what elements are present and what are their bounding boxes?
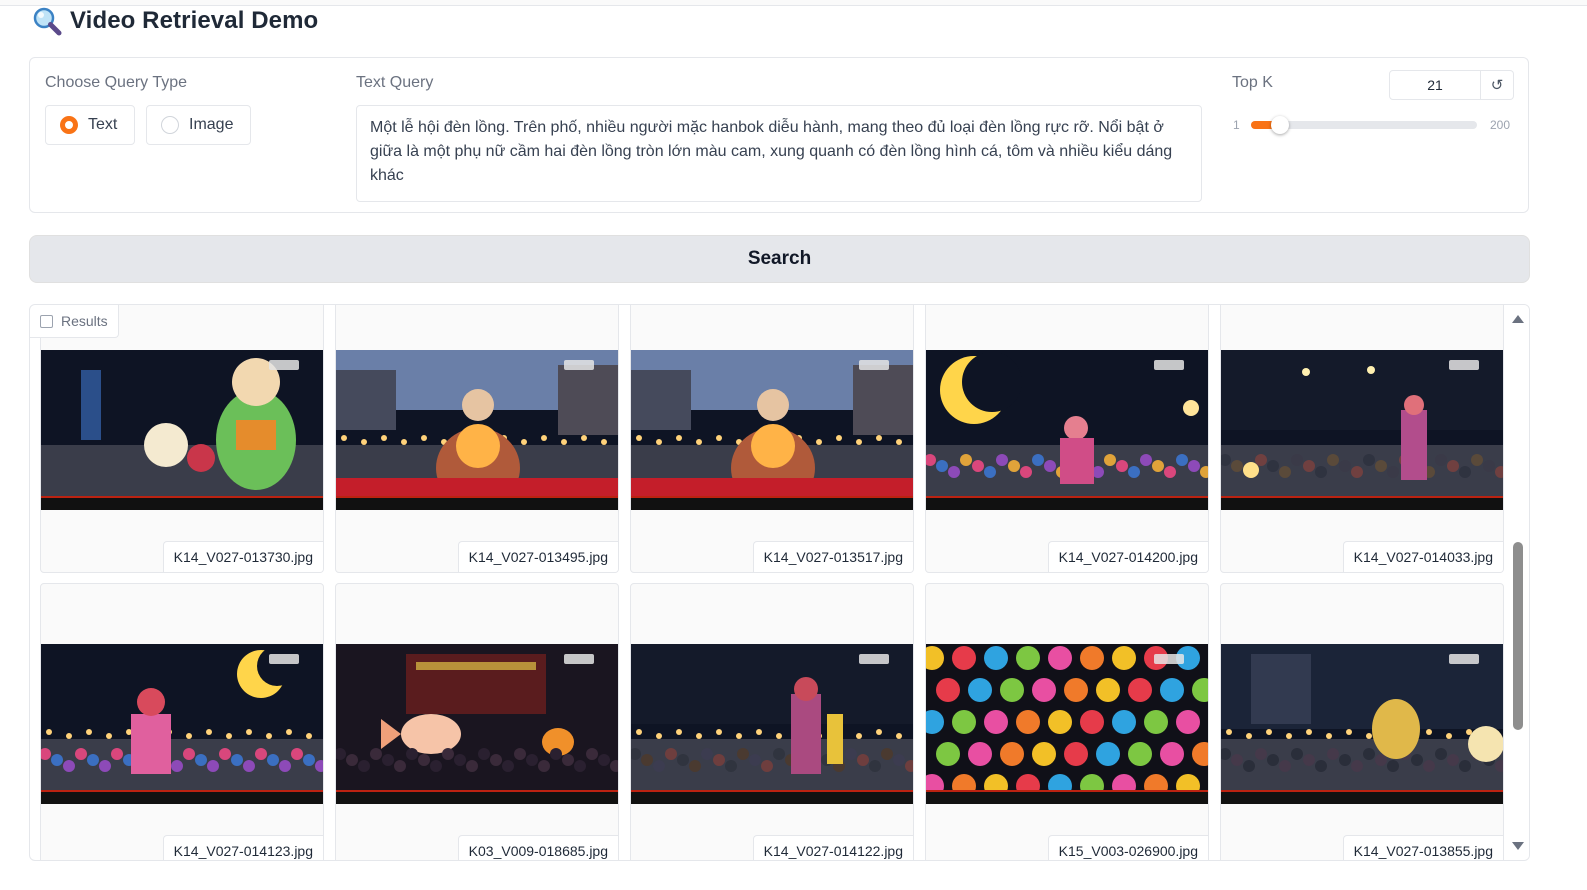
topk-slider[interactable]	[1251, 116, 1477, 134]
radio-text-label: Text	[88, 116, 118, 133]
text-query-label: Text Query	[356, 74, 434, 91]
result-item[interactable]: K14_V027-013855.jpg	[1220, 583, 1504, 860]
result-thumbnail[interactable]	[336, 644, 618, 804]
thumbnail-scene	[41, 644, 323, 804]
thumbnail-scene	[41, 350, 323, 510]
reset-button[interactable]: ↺	[1481, 70, 1514, 100]
slider-max: 200	[1490, 118, 1511, 132]
results-label: Results	[30, 305, 119, 338]
result-filename: K14_V027-014123.jpg	[162, 835, 323, 860]
topk-label: Top K	[1232, 74, 1273, 91]
result-thumbnail[interactable]	[41, 644, 323, 804]
scroll-up-icon[interactable]	[1512, 315, 1524, 323]
result-item[interactable]: K14_V027-013730.jpg	[40, 305, 324, 573]
slider-min: 1	[1233, 118, 1240, 132]
reset-icon: ↺	[1490, 77, 1504, 94]
thumbnail-scene	[336, 644, 618, 804]
thumbnail-scene	[926, 350, 1208, 510]
result-filename: K03_V009-018685.jpg	[457, 835, 618, 860]
result-filename: K15_V003-026900.jpg	[1047, 835, 1208, 860]
slider-handle[interactable]	[1270, 116, 1289, 134]
radio-indicator-checked	[60, 116, 78, 134]
result-item[interactable]: K14_V027-014033.jpg	[1220, 305, 1504, 573]
result-filename: K14_V027-014122.jpg	[752, 835, 913, 860]
scrollbar[interactable]	[1507, 305, 1529, 860]
magnifier-icon	[33, 7, 62, 36]
results-gallery: Results K14_V027-013730.jpg K14_V027-0134…	[29, 304, 1530, 861]
results-grid: K14_V027-013730.jpg K14_V027-013495.jpg K1…	[40, 305, 1504, 860]
result-thumbnail[interactable]	[336, 350, 618, 510]
result-thumbnail[interactable]	[1221, 350, 1503, 510]
text-query-input[interactable]: Một lễ hội đèn lồng. Trên phố, nhiều ngư…	[356, 105, 1202, 202]
page-header: Video Retrieval Demo	[32, 6, 318, 36]
thumbnail-scene	[631, 350, 913, 510]
thumbnail-scene	[1221, 350, 1503, 510]
result-thumbnail[interactable]	[41, 350, 323, 510]
result-thumbnail[interactable]	[631, 350, 913, 510]
page-title: Video Retrieval Demo	[70, 7, 319, 34]
result-item[interactable]: K14_V027-013517.jpg	[630, 305, 914, 573]
scroll-thumb[interactable]	[1513, 542, 1523, 730]
query-panel: Choose Query Type Text Image Text Query …	[29, 57, 1529, 213]
radio-image-label: Image	[189, 116, 234, 133]
result-item[interactable]: K14_V027-014122.jpg	[630, 583, 914, 860]
result-item[interactable]: K14_V027-014123.jpg	[40, 583, 324, 860]
result-thumbnail[interactable]	[926, 350, 1208, 510]
result-filename: K14_V027-014033.jpg	[1342, 541, 1503, 572]
topk-number-input[interactable]: 21	[1389, 70, 1481, 100]
thumbnail-scene	[926, 644, 1208, 804]
result-filename: K14_V027-014200.jpg	[1047, 541, 1208, 572]
result-item[interactable]: K15_V003-026900.jpg	[925, 583, 1209, 860]
result-thumbnail[interactable]	[926, 644, 1208, 804]
result-filename: K14_V027-013517.jpg	[752, 541, 913, 572]
thumbnail-scene	[631, 644, 913, 804]
result-filename: K14_V027-013855.jpg	[1342, 835, 1503, 860]
result-thumbnail[interactable]	[1221, 644, 1503, 804]
image-icon	[40, 314, 53, 328]
result-filename: K14_V027-013495.jpg	[457, 541, 618, 572]
query-type-label: Choose Query Type	[45, 74, 188, 91]
radio-indicator-unchecked	[161, 116, 179, 134]
result-thumbnail[interactable]	[631, 644, 913, 804]
thumbnail-scene	[336, 350, 618, 510]
result-item[interactable]: K03_V009-018685.jpg	[335, 583, 619, 860]
result-item[interactable]: K14_V027-013495.jpg	[335, 305, 619, 573]
result-item[interactable]: K14_V027-014200.jpg	[925, 305, 1209, 573]
radio-text[interactable]: Text	[45, 105, 135, 145]
radio-image[interactable]: Image	[146, 105, 251, 145]
results-label-text: Results	[61, 313, 108, 329]
scroll-down-icon[interactable]	[1512, 842, 1524, 850]
result-filename: K14_V027-013730.jpg	[162, 541, 323, 572]
search-button[interactable]: Search	[29, 235, 1530, 283]
thumbnail-scene	[1221, 644, 1503, 804]
